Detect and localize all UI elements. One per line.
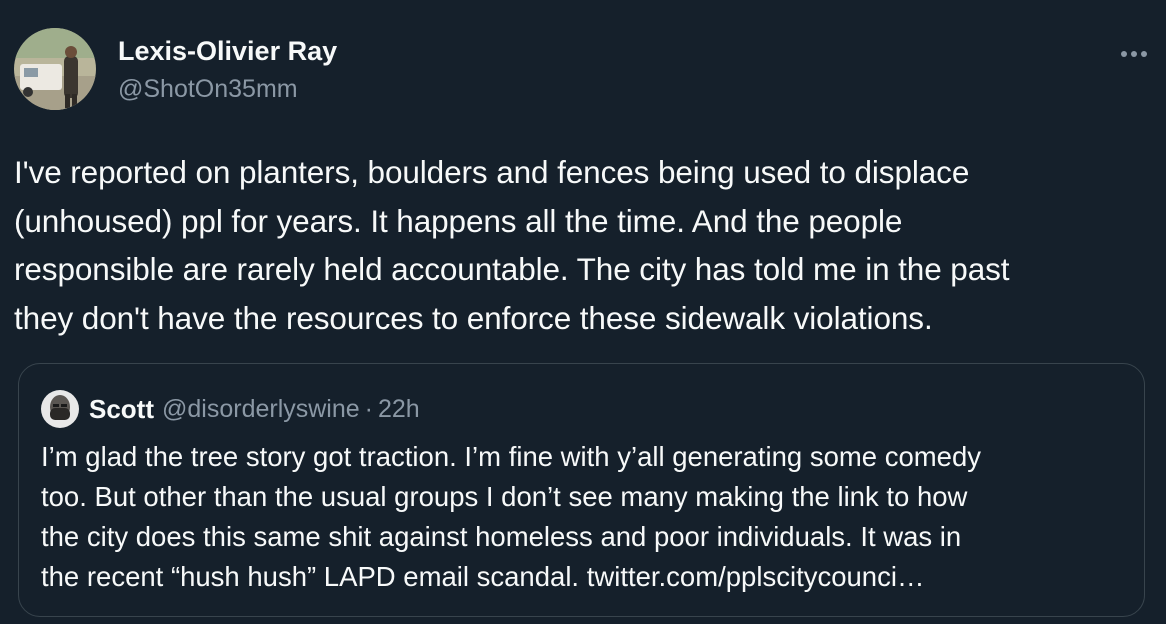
quoted-tweet-timestamp[interactable]: 22h [378, 395, 420, 424]
tweet-text-line: responsible are rarely held accountable.… [14, 251, 1010, 287]
quoted-text-line: I’m glad the tree story got traction. I’… [41, 441, 982, 472]
author-names: Lexis-Olivier Ray @ShotOn35mm [118, 34, 337, 107]
tweet-text-line: I've reported on planters, boulders and … [14, 154, 970, 190]
author-avatar-image [14, 28, 96, 110]
tweet-header: Lexis-Olivier Ray @ShotOn35mm [14, 28, 337, 110]
more-horizontal-icon [1121, 51, 1147, 57]
quoted-author-avatar[interactable] [41, 390, 79, 428]
quoted-text-line: the recent “hush hush” LAPD email scanda… [41, 561, 925, 592]
author-avatar[interactable] [14, 28, 96, 110]
quoted-tweet-text: I’m glad the tree story got traction. I’… [41, 437, 1126, 597]
quoted-tweet[interactable]: Scott @disorderlyswine · 22h I’m glad th… [18, 363, 1145, 617]
quoted-text-line: too. But other than the usual groups I d… [41, 481, 968, 512]
quoted-text-line: the city does this same shit against hom… [41, 521, 962, 552]
quoted-author-display-name[interactable]: Scott [89, 394, 154, 425]
author-display-name[interactable]: Lexis-Olivier Ray [118, 34, 337, 68]
quoted-tweet-header: Scott @disorderlyswine · 22h [41, 390, 420, 428]
tweet-text: I've reported on planters, boulders and … [14, 148, 1149, 342]
tweet-text-line: (unhoused) ppl for years. It happens all… [14, 202, 903, 239]
more-options-button[interactable] [1116, 42, 1152, 66]
tweet-text-line: they don't have the resources to enforce… [14, 299, 933, 336]
separator-dot: · [364, 394, 373, 423]
author-handle[interactable]: @ShotOn35mm [118, 71, 337, 107]
tweet-card: Lexis-Olivier Ray @ShotOn35mm I've repor… [0, 0, 1166, 624]
quoted-author-handle[interactable]: @disorderlyswine [162, 395, 360, 424]
quoted-author-avatar-image [41, 390, 79, 428]
